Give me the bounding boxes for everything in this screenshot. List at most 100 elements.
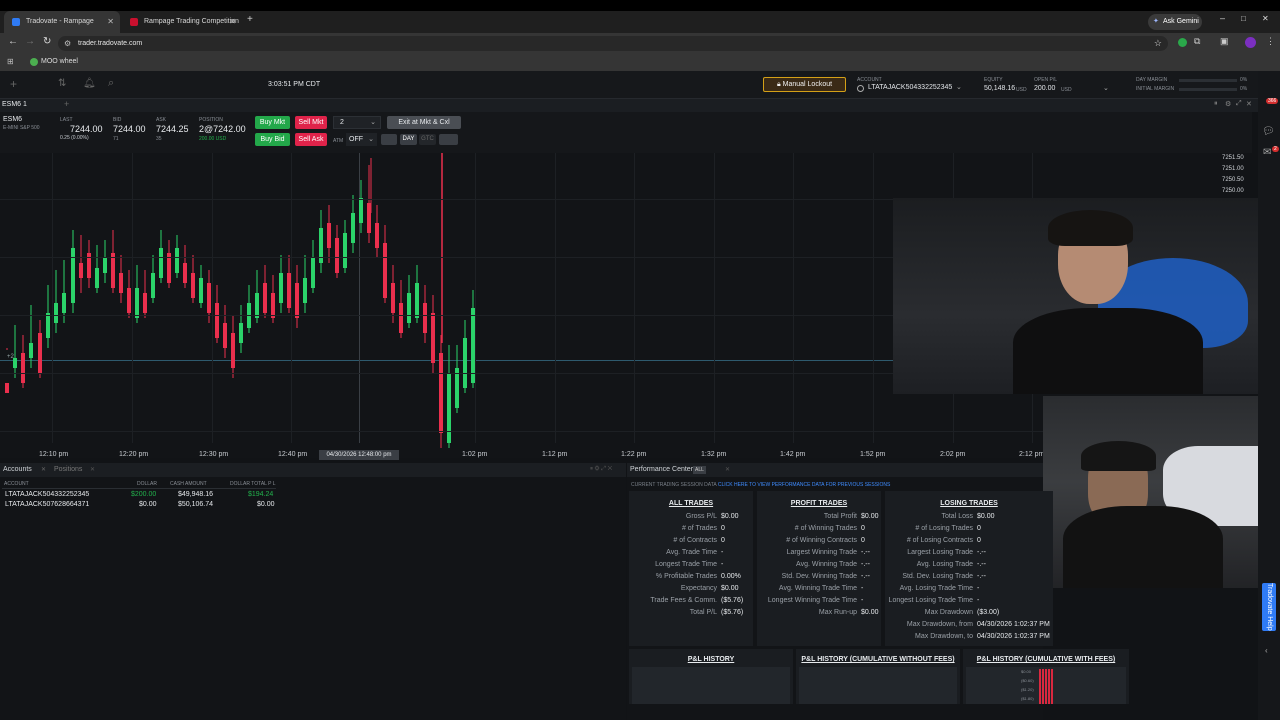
history-axis-label: ($1.80) [1021, 696, 1034, 701]
rampage-favicon-icon [130, 18, 138, 26]
close-tab-icon[interactable]: ✕ [41, 466, 46, 473]
tif-gtc-button[interactable]: GTC [419, 134, 436, 145]
account-select[interactable]: LTATAJACK504332252345 [868, 84, 952, 91]
candle-body [263, 283, 267, 313]
sidepanel-icon[interactable]: ▣ [1220, 36, 1229, 47]
close-tab-icon[interactable]: ✕ [90, 466, 95, 473]
ask-size: 35 [156, 136, 162, 142]
history-axis-label: ($0.60) [1021, 678, 1034, 683]
extension-icon[interactable] [1178, 38, 1187, 47]
pl-history-panel: P&L HISTORY [629, 649, 793, 704]
url-field[interactable]: ⚙ trader.tradovate.com ☆ [58, 36, 1168, 51]
panel-tools-icon[interactable]: ⏸ ⚙ ⤢ ✕ [590, 466, 612, 473]
symbol[interactable]: ESM6 [3, 116, 22, 123]
col-account[interactable]: ACCOUNT [4, 481, 29, 487]
collapse-chevron-icon[interactable]: ‹ [1265, 646, 1268, 655]
stat-label: Avg. Losing Trade Time [899, 585, 973, 592]
forward-icon[interactable]: → [25, 36, 35, 47]
profile-avatar[interactable] [1245, 37, 1256, 48]
table-row[interactable]: LTATAJACK504332252345 $200.00 $49,948.16… [2, 491, 276, 501]
close-tab-icon[interactable]: ✕ [229, 11, 236, 33]
performance-title[interactable]: Performance Center [630, 466, 693, 473]
history-axis-label: ($1.20) [1021, 687, 1034, 692]
streamer-shirt [1013, 308, 1203, 394]
close-tab-icon[interactable]: ✕ [107, 11, 114, 33]
accounts-panel: Accounts ✕ Positions ✕ ⏸ ⚙ ⤢ ✕ ACCOUNT D… [0, 463, 626, 720]
x-tick-label: 1:12 pm [542, 451, 568, 458]
webcam-overlay-top [893, 198, 1280, 394]
col-cash-amount[interactable]: CASH AMOUNT [170, 481, 207, 487]
add-tab-icon[interactable]: + [64, 99, 69, 109]
exit-at-mkt-cxl-button[interactable]: Exit at Mkt & Cxl [387, 116, 461, 129]
atm-toggle[interactable] [381, 134, 397, 145]
buy-bid-button[interactable]: Buy Bid [255, 133, 290, 146]
back-icon[interactable]: ← [8, 36, 18, 47]
manual-lockout-button[interactable]: 🔒︎ Manual Lockout [763, 77, 846, 92]
col-dollar[interactable]: DOLLAR [137, 481, 157, 487]
sort-arrows-icon[interactable]: ⇅ [58, 78, 66, 89]
tif-toggle[interactable] [439, 134, 458, 145]
close-tab-icon[interactable]: ✕ [725, 466, 730, 473]
reload-icon[interactable]: ↻ [43, 36, 51, 47]
cell-total: $0.00 [257, 501, 275, 508]
day-margin-bar [1179, 79, 1237, 82]
previous-sessions-link[interactable]: CLICK HERE TO VIEW PERFORMANCE DATA FOR … [718, 482, 890, 488]
stat-label: Std. Dev. Winning Trade [781, 573, 857, 580]
tab-tradovate[interactable]: Tradovate - Rampage ✕ [4, 11, 120, 33]
stat-label: # of Contracts [673, 537, 717, 544]
apps-grid-icon[interactable]: ⊞ [7, 57, 14, 66]
stat-row: # of Contracts 0 [629, 535, 753, 547]
cell-dollar: $200.00 [131, 491, 157, 498]
tab-positions[interactable]: Positions [54, 466, 82, 473]
sell-ask-button[interactable]: Sell Ask [295, 133, 327, 146]
bell-icon[interactable]: 🔔︎ [83, 78, 96, 89]
bookmark-star-icon[interactable]: ☆ [1154, 36, 1162, 51]
bookmark-moo-wheel[interactable]: MOO wheel [41, 58, 78, 65]
quantity-input[interactable]: 2 ⌄ [333, 116, 381, 129]
buy-mkt-button[interactable]: Buy Mkt [255, 116, 290, 129]
chat-icon[interactable]: 💬︎ [1262, 126, 1275, 137]
accounts-table-header: ACCOUNT DOLLAR CASH AMOUNT DOLLAR TOTAL … [2, 481, 276, 489]
new-tab-icon[interactable]: + [247, 14, 253, 25]
ask-gemini-button[interactable]: ✦ Ask Gemini [1148, 14, 1202, 30]
tab-accounts[interactable]: Accounts [3, 466, 32, 473]
stat-label: Avg. Trade Time [666, 549, 717, 556]
stat-row: Largest Losing Trade -.-- [885, 547, 1053, 559]
account-chevron-down-icon[interactable]: ⌄ [956, 83, 962, 91]
module-close-icon[interactable]: ✕ [1246, 100, 1252, 108]
grid-line [0, 431, 1215, 432]
sell-mkt-button[interactable]: Sell Mkt [295, 116, 327, 129]
atm-select[interactable]: OFF ⌄ [346, 133, 377, 146]
search-icon[interactable]: ⌕ [108, 77, 114, 90]
add-icon[interactable]: + [10, 77, 17, 91]
losing-trades-title: LOSING TRADES [940, 500, 998, 507]
window-close-icon[interactable]: ✕ [1262, 14, 1269, 23]
position-value: 2@7242.00 [199, 124, 246, 134]
atm-chevron-down-icon[interactable]: ⌄ [368, 133, 374, 146]
stat-value: - [977, 585, 980, 592]
candle-body [231, 333, 235, 368]
quantity-chevron-down-icon[interactable]: ⌄ [370, 117, 376, 128]
table-row[interactable]: LTATAJACK507628664371 $0.00 $50,106.74 $… [2, 501, 276, 511]
module-pin-icon[interactable]: ⏸ [1214, 100, 1218, 108]
site-info-icon[interactable]: ⚙ [64, 36, 71, 51]
help-tab[interactable]: Tradovate Help [1262, 583, 1276, 631]
cell-account: LTATAJACK504332252345 [5, 491, 90, 498]
message-icon[interactable]: ✉ [1263, 147, 1271, 158]
x-tick-label: 1:52 pm [860, 451, 886, 458]
pl-history-with-fees-chart: $0.00 ($0.60) ($1.20) ($1.80) [966, 667, 1126, 704]
col-dollar-total-pl[interactable]: DOLLAR TOTAL P L [230, 481, 276, 487]
tab-rampage-competition[interactable]: Rampage Trading Competition ✕ [122, 11, 242, 33]
pl-chevron-down-icon[interactable]: ⌄ [1103, 84, 1109, 92]
chart-tab-esm6[interactable]: ESM6 1 [2, 101, 27, 108]
position-pl: 200.00 USD [199, 136, 227, 142]
module-settings-icon[interactable]: ⚙ [1225, 100, 1231, 108]
ask-price: 7244.25 [156, 124, 189, 134]
browser-menu-icon[interactable]: ⋮ [1266, 36, 1275, 47]
tif-day-button[interactable]: DAY [400, 134, 417, 145]
grid-line [555, 153, 556, 443]
extensions-puzzle-icon[interactable]: ⧉ [1194, 36, 1200, 47]
module-expand-icon[interactable]: ⤢ [1236, 100, 1242, 108]
maximize-icon[interactable]: □ [1241, 14, 1246, 23]
minimize-icon[interactable]: – [1220, 13, 1225, 23]
